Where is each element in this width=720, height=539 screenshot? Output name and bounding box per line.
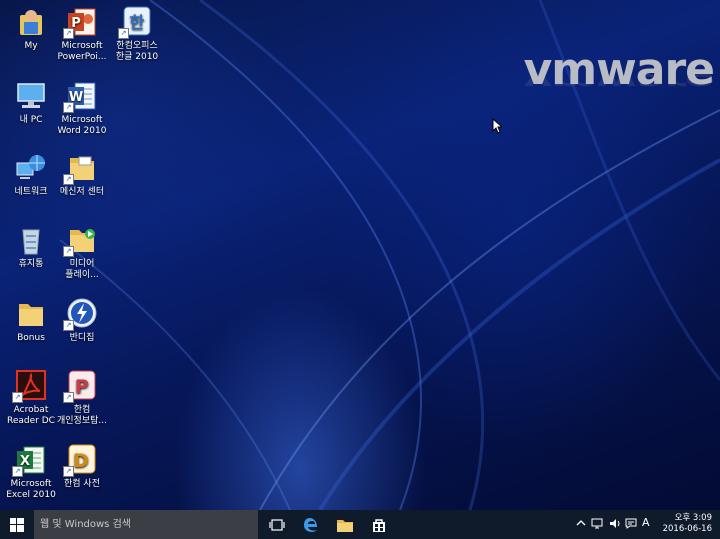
clock-date: 2016-06-16 xyxy=(662,524,712,534)
taskbar: 웹 및 Windows 검색 A 오후 3:09 2016-06-16 xyxy=(0,510,720,539)
windows-logo-icon xyxy=(10,517,24,532)
task-view-button[interactable] xyxy=(260,510,294,539)
file-explorer-button[interactable] xyxy=(328,510,362,539)
svg-text:D: D xyxy=(73,450,89,472)
shortcut-arrow-icon: ↗ xyxy=(63,246,74,257)
task-view-icon xyxy=(269,518,285,531)
this-pc-icon xyxy=(14,80,48,112)
desktop-icon-hancom-privacy[interactable]: P ↗ 한컴 개인정보탐... xyxy=(51,370,113,427)
shortcut-arrow-icon: ↗ xyxy=(63,28,74,39)
edge-icon xyxy=(304,517,317,532)
desktop[interactable]: vmware vmware My 내 PC 네트워크 휴지통 Bonus ↗ A… xyxy=(0,0,720,510)
action-center-icon[interactable] xyxy=(625,518,637,533)
file-explorer-icon xyxy=(337,519,353,532)
vmware-logo-reflection: vmware xyxy=(523,68,714,95)
powerpoint-icon: P ↗ xyxy=(63,6,99,39)
shortcut-arrow-icon: ↗ xyxy=(63,392,74,403)
shortcut-arrow-icon: ↗ xyxy=(63,320,74,331)
bonus-folder-icon xyxy=(14,298,48,330)
shortcut-arrow-icon: ↗ xyxy=(63,174,74,185)
user-folder-icon xyxy=(14,6,48,38)
media-player-folder-icon: ↗ xyxy=(63,224,99,257)
shortcut-arrow-icon: ↗ xyxy=(63,102,74,113)
desktop-icon-messenger-center[interactable]: ↗ 메신저 센터 xyxy=(51,152,113,198)
volume-tray-icon[interactable] xyxy=(609,518,621,533)
mouse-cursor xyxy=(492,118,502,134)
desktop-icon-media-player[interactable]: ↗ 미디어 플레이... xyxy=(51,224,113,281)
bandizip-icon: ↗ xyxy=(63,298,99,331)
input-method-indicator[interactable]: A xyxy=(642,517,650,529)
hancom-dictionary-icon: D ↗ xyxy=(63,444,99,477)
svg-text:한: 한 xyxy=(130,13,145,32)
desktop-icon-bandizip[interactable]: ↗ 반디집 xyxy=(51,298,113,344)
desktop-icon-hancom-dictionary[interactable]: D ↗ 한컴 사전 xyxy=(51,444,113,490)
svg-text:P: P xyxy=(75,376,89,398)
clock[interactable]: 오후 3:09 2016-06-16 xyxy=(663,513,712,535)
network-icon xyxy=(14,152,48,184)
hancom-privacy-icon: P ↗ xyxy=(63,370,99,403)
messenger-center-folder-icon: ↗ xyxy=(63,152,99,185)
hancom-office-icon: 한 ↗ xyxy=(118,6,154,39)
show-hidden-icons-chevron-icon[interactable] xyxy=(576,518,586,532)
shortcut-arrow-icon: ↗ xyxy=(12,466,23,477)
desktop-icon-powerpoint[interactable]: P ↗ Microsoft PowerPoi... xyxy=(51,6,113,63)
shortcut-arrow-icon: ↗ xyxy=(63,466,74,477)
edge-browser-button[interactable] xyxy=(294,510,328,539)
acrobat-reader-icon: ↗ xyxy=(12,370,48,403)
shortcut-arrow-icon: ↗ xyxy=(118,28,129,39)
store-button[interactable] xyxy=(362,510,396,539)
shortcut-arrow-icon: ↗ xyxy=(12,392,23,403)
search-box[interactable]: 웹 및 Windows 검색 xyxy=(34,510,258,539)
clock-time: 오후 3:09 xyxy=(674,513,712,523)
desktop-icon-word[interactable]: W ↗ Microsoft Word 2010 xyxy=(51,80,113,137)
store-icon xyxy=(373,518,385,532)
start-button[interactable] xyxy=(0,510,34,539)
excel-icon: X ↗ xyxy=(12,444,48,477)
network-tray-icon[interactable] xyxy=(591,518,603,533)
desktop-icon-hancom-office[interactable]: 한 ↗ 한컴오피스 한글 2010 xyxy=(106,6,168,63)
recycle-bin-icon xyxy=(14,224,48,256)
word-icon: W ↗ xyxy=(63,80,99,113)
